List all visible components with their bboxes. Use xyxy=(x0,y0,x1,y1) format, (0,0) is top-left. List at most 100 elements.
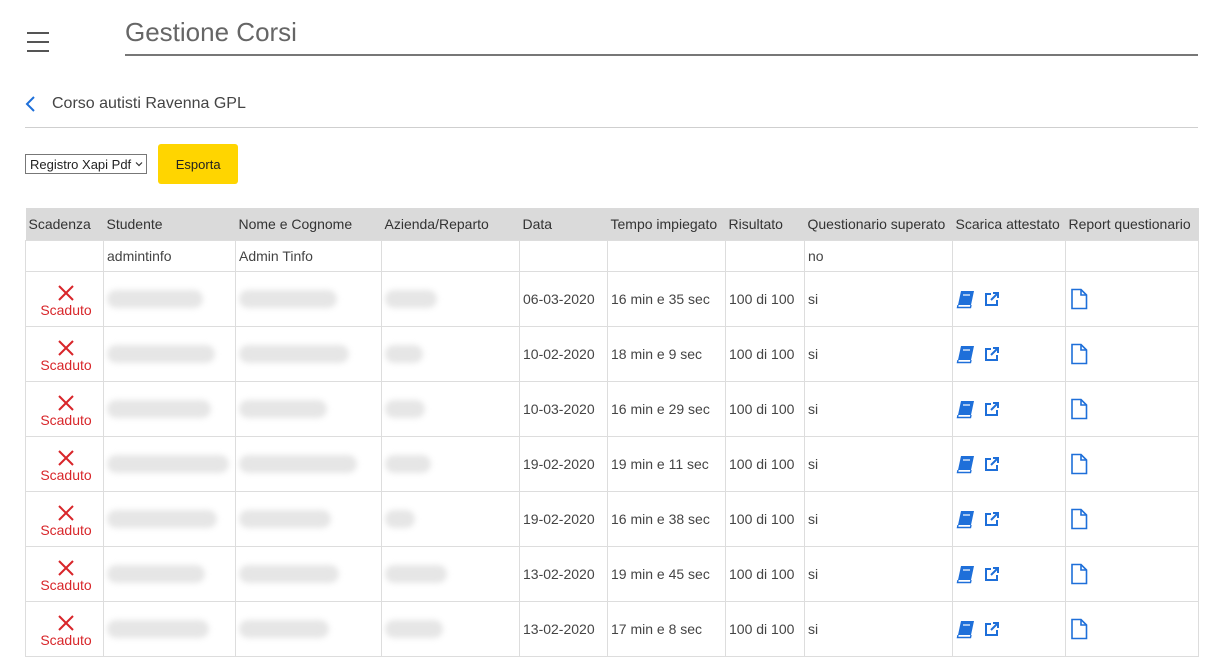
chevron-down-icon xyxy=(135,160,143,168)
date-cell: 10-03-2020 xyxy=(519,380,608,437)
certificate-cell xyxy=(952,490,1066,547)
document-icon[interactable] xyxy=(1070,618,1088,640)
student-cell xyxy=(103,435,236,492)
document-icon[interactable] xyxy=(1070,398,1088,420)
redacted-text xyxy=(239,564,339,583)
close-icon xyxy=(58,394,74,411)
redacted-text xyxy=(239,454,357,473)
expired-label: Scaduto xyxy=(40,466,92,483)
expiry-cell: Scaduto xyxy=(25,380,104,437)
document-icon[interactable] xyxy=(1070,343,1088,365)
redacted-text xyxy=(107,619,209,638)
report-cell xyxy=(1065,490,1199,547)
book-icon[interactable] xyxy=(956,564,976,584)
expired-label: Scaduto xyxy=(40,521,92,538)
expiry-cell: Scaduto xyxy=(25,435,104,492)
col-header-scadenza[interactable]: Scadenza xyxy=(25,208,104,240)
company-cell xyxy=(381,600,520,657)
external-link-icon[interactable] xyxy=(983,565,1001,583)
time-cell: 16 min e 29 sec xyxy=(607,380,726,437)
report-cell xyxy=(1065,545,1199,602)
company-cell xyxy=(381,270,520,327)
student-cell xyxy=(103,380,236,437)
expiry-cell: Scaduto xyxy=(25,490,104,547)
redacted-text xyxy=(107,344,215,363)
book-icon[interactable] xyxy=(956,454,976,474)
external-link-icon[interactable] xyxy=(983,400,1001,418)
col-header-data[interactable]: Data xyxy=(519,208,608,240)
student-cell: admintinfo xyxy=(103,239,236,272)
chevron-left-icon[interactable] xyxy=(25,94,43,114)
name-cell xyxy=(235,435,382,492)
page-title: Gestione Corsi xyxy=(125,16,1198,56)
table-row: Scaduto 19-02-2020 16 min e 38 sec 100 d… xyxy=(25,490,1199,547)
external-link-icon[interactable] xyxy=(983,510,1001,528)
table-row: Scaduto 06-03-2020 16 min e 35 sec 100 d… xyxy=(25,270,1199,327)
student-cell xyxy=(103,490,236,547)
company-cell xyxy=(381,490,520,547)
book-icon[interactable] xyxy=(956,344,976,364)
col-header-questionario[interactable]: Questionario superato xyxy=(804,208,953,240)
hamburger-icon[interactable] xyxy=(27,32,49,52)
external-link-icon[interactable] xyxy=(983,290,1001,308)
certificate-cell xyxy=(952,270,1066,327)
result-cell: 100 di 100 xyxy=(725,380,805,437)
report-cell xyxy=(1065,325,1199,382)
book-icon[interactable] xyxy=(956,509,976,529)
redacted-text xyxy=(385,289,437,308)
result-cell: 100 di 100 xyxy=(725,600,805,657)
date-cell: 10-02-2020 xyxy=(519,325,608,382)
time-cell: 18 min e 9 sec xyxy=(607,325,726,382)
redacted-text xyxy=(385,344,423,363)
col-header-attestato[interactable]: Scarica attestato xyxy=(952,208,1066,240)
book-icon[interactable] xyxy=(956,289,976,309)
expiry-cell: Scaduto xyxy=(25,270,104,327)
name-cell xyxy=(235,600,382,657)
book-icon[interactable] xyxy=(956,399,976,419)
report-type-select[interactable]: Registro Xapi Pdf xyxy=(25,154,148,174)
redacted-text xyxy=(107,399,211,418)
col-header-nome[interactable]: Nome e Cognome xyxy=(235,208,382,240)
company-cell xyxy=(381,325,520,382)
table-header-row: Scadenza Studente Nome e Cognome Azienda… xyxy=(25,208,1199,240)
time-cell: 19 min e 11 sec xyxy=(607,435,726,492)
redacted-text xyxy=(239,619,329,638)
result-cell: 100 di 100 xyxy=(725,325,805,382)
col-header-report[interactable]: Report questionario xyxy=(1065,208,1199,240)
student-cell xyxy=(103,325,236,382)
col-header-azienda[interactable]: Azienda/Reparto xyxy=(381,208,520,240)
passed-cell: si xyxy=(804,600,953,657)
time-cell: 16 min e 35 sec xyxy=(607,270,726,327)
breadcrumb: Corso autisti Ravenna GPL xyxy=(25,92,246,116)
name-cell xyxy=(235,380,382,437)
passed-cell: si xyxy=(804,380,953,437)
expiry-cell: Scaduto xyxy=(25,600,104,657)
results-table: Scadenza Studente Nome e Cognome Azienda… xyxy=(25,208,1199,657)
result-cell: 100 di 100 xyxy=(725,270,805,327)
document-icon[interactable] xyxy=(1070,453,1088,475)
export-button[interactable]: Esporta xyxy=(158,144,239,184)
close-icon xyxy=(58,504,74,521)
company-cell xyxy=(381,545,520,602)
redacted-text xyxy=(107,454,229,473)
passed-cell: si xyxy=(804,545,953,602)
expired-label: Scaduto xyxy=(40,631,92,648)
document-icon[interactable] xyxy=(1070,563,1088,585)
col-header-studente[interactable]: Studente xyxy=(103,208,236,240)
book-icon[interactable] xyxy=(956,619,976,639)
redacted-text xyxy=(107,289,203,308)
passed-cell: si xyxy=(804,270,953,327)
external-link-icon[interactable] xyxy=(983,620,1001,638)
external-link-icon[interactable] xyxy=(983,345,1001,363)
col-header-tempo[interactable]: Tempo impiegato xyxy=(607,208,726,240)
table-row: Scaduto 10-02-2020 18 min e 9 sec 100 di… xyxy=(25,325,1199,382)
name-cell: Admin Tinfo xyxy=(235,239,382,272)
document-icon[interactable] xyxy=(1070,288,1088,310)
redacted-text xyxy=(239,344,349,363)
expired-label: Scaduto xyxy=(40,301,92,318)
date-cell: 13-02-2020 xyxy=(519,545,608,602)
document-icon[interactable] xyxy=(1070,508,1088,530)
redacted-text xyxy=(385,509,415,528)
external-link-icon[interactable] xyxy=(983,455,1001,473)
col-header-risultato[interactable]: Risultato xyxy=(725,208,805,240)
